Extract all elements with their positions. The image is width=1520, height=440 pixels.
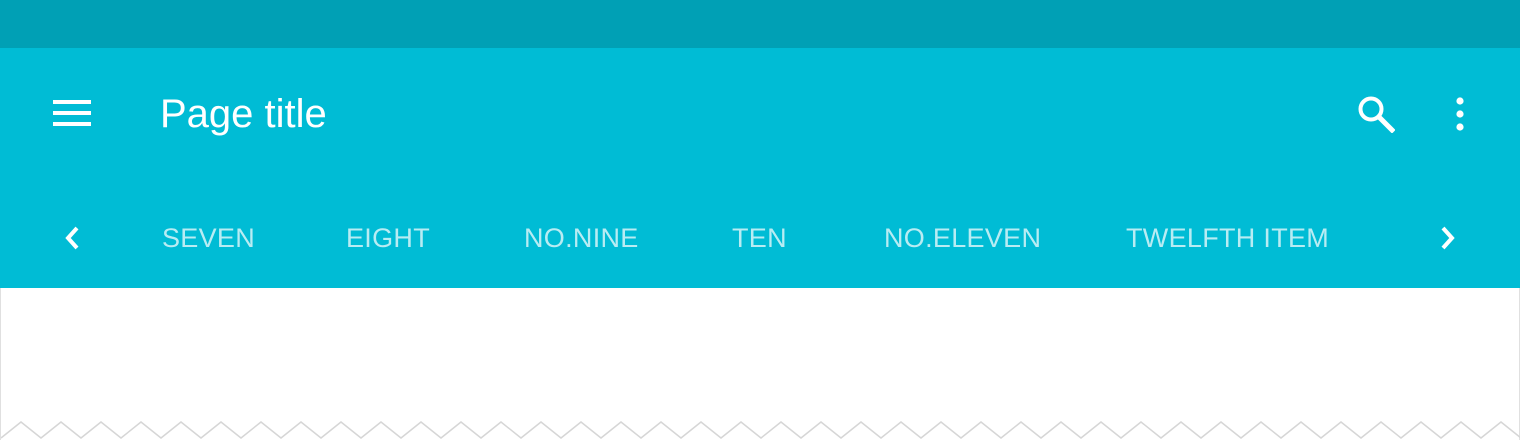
tab-ten[interactable]: TEN	[732, 220, 787, 256]
search-button[interactable]	[1348, 88, 1404, 140]
page-title: Page title	[160, 92, 327, 136]
tab-no-nine[interactable]: NO.NINE	[524, 220, 639, 256]
tabs-scroll-right-button[interactable]	[1426, 216, 1470, 260]
more-vert-icon	[1456, 97, 1464, 131]
app-bar: Page title SEVEN EIGHT NO.NINE TEN NO.EL…	[0, 48, 1520, 288]
content-area	[0, 288, 1520, 440]
menu-button[interactable]	[44, 92, 100, 136]
chevron-right-icon	[1441, 226, 1455, 250]
tabs-bar: SEVEN EIGHT NO.NINE TEN NO.ELEVEN TWELFT…	[0, 198, 1520, 278]
tabs-scroll-left-button[interactable]	[50, 216, 94, 260]
more-options-button[interactable]	[1436, 88, 1484, 140]
search-icon	[1358, 96, 1395, 133]
chevron-left-icon	[65, 226, 79, 250]
tab-eight[interactable]: EIGHT	[346, 220, 430, 256]
tab-twelfth-item[interactable]: TWELFTH ITEM	[1126, 220, 1329, 256]
tab-no-eleven[interactable]: NO.ELEVEN	[884, 220, 1041, 256]
tab-seven[interactable]: SEVEN	[162, 220, 255, 256]
torn-edge	[1, 421, 1520, 439]
menu-icon	[53, 100, 91, 126]
status-bar	[0, 0, 1520, 48]
